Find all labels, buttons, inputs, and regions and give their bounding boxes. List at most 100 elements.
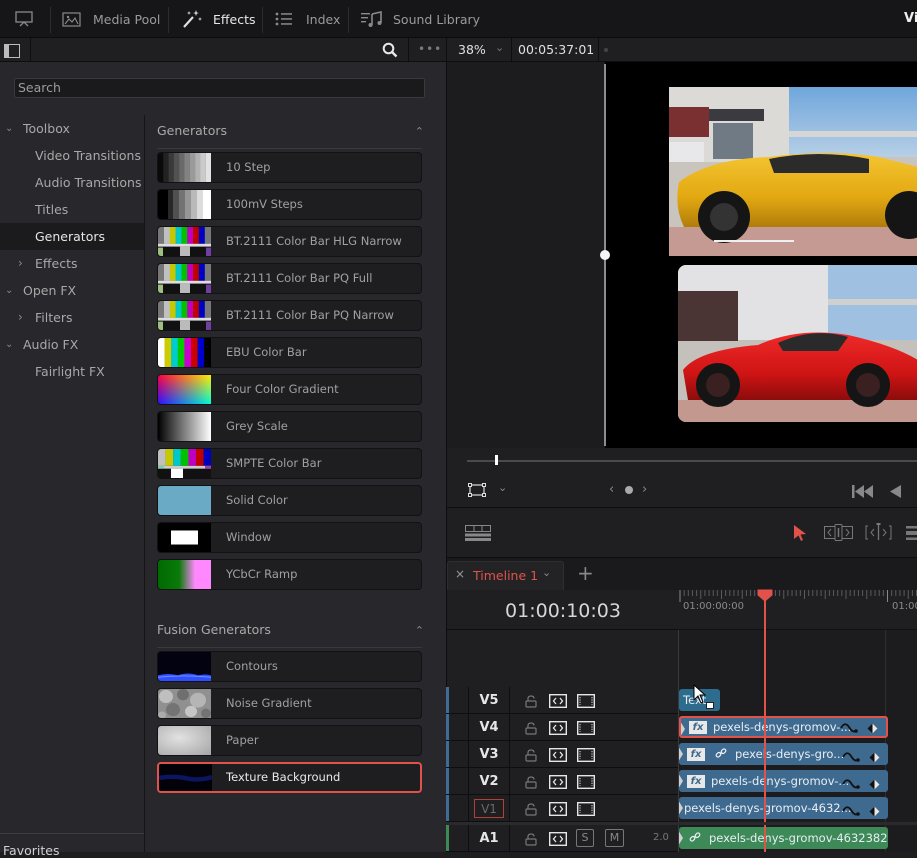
generator-item-10-step[interactable]: 10 Step xyxy=(157,152,422,183)
auto-track-select-icon[interactable] xyxy=(548,747,568,766)
auto-track-select-icon[interactable] xyxy=(548,831,568,850)
keyframe-icon[interactable] xyxy=(869,802,880,819)
track-header-v2[interactable]: V2 xyxy=(446,768,678,795)
generator-item-contours[interactable]: Contours xyxy=(157,651,422,682)
lock-track-icon[interactable] xyxy=(525,831,537,850)
video-clip[interactable]: pexels-denys-gromov-4632... xyxy=(679,797,888,819)
generator-item-bt-2111-color-bar-hlg-narrow[interactable]: BT.2111 Color Bar HLG Narrow xyxy=(157,226,422,257)
video-clip[interactable]: fx pexels-denys-gro... xyxy=(679,743,888,765)
search-input[interactable]: Search xyxy=(14,78,425,98)
timeline-dropdown-chevron-icon[interactable]: ⌄ xyxy=(542,566,551,579)
tree-item-titles[interactable]: Titles xyxy=(0,196,144,223)
scrubber-handle[interactable] xyxy=(495,455,498,465)
video-clip[interactable]: fx pexels-denys-gromov-... xyxy=(679,716,888,738)
generator-item-noise-gradient[interactable]: Noise Gradient xyxy=(157,688,422,719)
play-reverse-button[interactable] xyxy=(890,483,901,502)
go-to-start-button[interactable] xyxy=(852,483,874,502)
search-button[interactable] xyxy=(382,42,398,62)
generator-item-paper[interactable]: Paper xyxy=(157,725,422,756)
track-header-v1[interactable]: V1 xyxy=(446,795,678,822)
tab-index[interactable]: Index xyxy=(275,0,340,38)
disable-track-icon[interactable] xyxy=(576,693,596,712)
add-timeline-button[interactable]: + xyxy=(577,561,594,585)
tab-timeline-1[interactable]: × Timeline 1 ⌄ xyxy=(447,561,564,591)
scrubber-track[interactable] xyxy=(467,460,917,462)
sidebar-toggle-button[interactable] xyxy=(4,43,20,62)
keyframe-icon[interactable] xyxy=(867,721,878,736)
tab-media-pool[interactable]: Media Pool xyxy=(62,0,160,38)
lock-track-icon[interactable] xyxy=(525,774,537,793)
track-name[interactable]: V1 xyxy=(474,799,504,818)
trim-tool-button[interactable] xyxy=(824,524,853,545)
transform-overlay-button[interactable] xyxy=(468,482,486,501)
tree-item-open-fx[interactable]: ⌄ Open FX xyxy=(0,277,144,304)
curve-editor-icon[interactable] xyxy=(842,802,862,819)
track-header-v3[interactable]: V3 xyxy=(446,741,678,768)
playhead[interactable] xyxy=(764,596,766,852)
next-keyframe-icon[interactable]: › xyxy=(642,482,647,497)
close-tab-icon[interactable]: × xyxy=(455,567,465,581)
lock-track-icon[interactable] xyxy=(525,720,537,739)
more-options-button[interactable]: ••• xyxy=(418,42,442,56)
lock-track-icon[interactable] xyxy=(525,693,537,712)
tree-item-toolbox[interactable]: ⌄ Toolbox xyxy=(0,115,144,142)
tree-item-audio-fx[interactable]: ⌄ Audio FX xyxy=(0,331,144,358)
lock-track-icon[interactable] xyxy=(525,747,537,766)
curve-editor-icon[interactable] xyxy=(842,775,862,792)
dynamic-trim-button[interactable] xyxy=(865,523,892,545)
section-header-generators[interactable]: Generators ⌃ xyxy=(157,123,424,149)
auto-track-select-icon[interactable] xyxy=(548,774,568,793)
curve-editor-icon[interactable] xyxy=(842,748,862,765)
prev-keyframe-icon[interactable]: ‹ xyxy=(609,482,614,497)
auto-track-select-icon[interactable] xyxy=(548,801,568,820)
generator-item-solid-color[interactable]: Solid Color xyxy=(157,485,422,516)
tab-sound-library[interactable]: Sound Library xyxy=(361,0,480,38)
blade-tool-button[interactable] xyxy=(906,525,917,544)
auto-track-select-icon[interactable] xyxy=(548,693,568,712)
timeline-ruler[interactable]: 01:00:00:00 01:00 xyxy=(678,590,917,630)
solo-button[interactable]: S xyxy=(576,829,594,847)
tree-item-video-transitions[interactable]: Video Transitions xyxy=(0,142,144,169)
viewer-canvas[interactable] xyxy=(605,62,917,448)
timeline-view-options-button[interactable] xyxy=(465,525,491,545)
keyframe-icon[interactable] xyxy=(625,486,633,494)
favorites-header[interactable]: Favorites xyxy=(3,843,59,858)
tree-item-filters[interactable]: › Filters xyxy=(0,304,144,331)
generator-item-bt-2111-color-bar-pq-narrow[interactable]: BT.2111 Color Bar PQ Narrow xyxy=(157,300,422,331)
disable-track-icon[interactable] xyxy=(576,774,596,793)
section-header-fusion-generators[interactable]: Fusion Generators ⌃ xyxy=(157,622,424,648)
toggle-panel-button[interactable] xyxy=(14,0,34,38)
keyframe-icon[interactable] xyxy=(869,748,880,765)
generator-item-texture-background[interactable]: Texture Background xyxy=(157,762,422,793)
auto-track-select-icon[interactable] xyxy=(548,720,568,739)
generator-item-ebu-color-bar[interactable]: EBU Color Bar xyxy=(157,337,422,368)
curve-editor-icon[interactable] xyxy=(840,721,860,736)
disable-track-icon[interactable] xyxy=(576,747,596,766)
generator-item-100mv-steps[interactable]: 100mV Steps xyxy=(157,189,422,220)
tree-item-effects[interactable]: › Effects xyxy=(0,250,144,277)
transform-dropdown-chevron-icon[interactable]: ⌄ xyxy=(498,481,507,494)
mute-button[interactable]: M xyxy=(605,829,624,847)
track-header-a1[interactable]: A1 S M 2.0 xyxy=(446,825,678,852)
generator-item-grey-scale[interactable]: Grey Scale xyxy=(157,411,422,442)
tab-effects[interactable]: Effects xyxy=(181,0,256,38)
transform-handle[interactable] xyxy=(600,250,610,260)
zoom-dropdown-chevron-icon[interactable]: ⌄ xyxy=(495,41,504,54)
track-header-v5[interactable]: V5 xyxy=(446,687,678,714)
tree-item-audio-transitions[interactable]: Audio Transitions xyxy=(0,169,144,196)
generator-item-window[interactable]: Window xyxy=(157,522,422,553)
audio-clip[interactable]: pexels-denys-gromov-4632382-... xyxy=(679,827,888,849)
generator-item-smpte-color-bar[interactable]: SMPTE Color Bar xyxy=(157,448,422,479)
disable-track-icon[interactable] xyxy=(576,801,596,820)
disable-track-icon[interactable] xyxy=(576,720,596,739)
generator-item-ycbcr-ramp[interactable]: YCbCr Ramp xyxy=(157,559,422,590)
lock-track-icon[interactable] xyxy=(525,801,537,820)
tree-item-generators[interactable]: Generators xyxy=(0,223,144,250)
keyframe-icon[interactable] xyxy=(869,775,880,792)
zoom-level[interactable]: 38% xyxy=(458,42,486,57)
selection-tool-button[interactable] xyxy=(793,524,807,545)
generator-item-four-color-gradient[interactable]: Four Color Gradient xyxy=(157,374,422,405)
tree-item-fairlight-fx[interactable]: Fairlight FX xyxy=(0,358,144,385)
video-clip[interactable]: fx pexels-denys-gromov-... xyxy=(679,770,888,792)
track-header-v4[interactable]: V4 xyxy=(446,714,678,741)
